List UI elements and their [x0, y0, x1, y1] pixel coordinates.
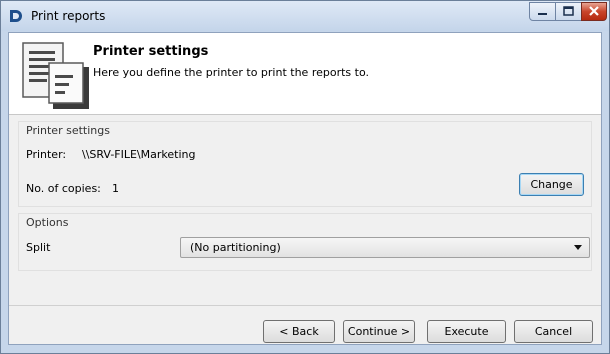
execute-button[interactable]: Execute — [427, 320, 506, 343]
printer-settings-group: Printer settings Printer: \\SRV-FILE\Mar… — [18, 121, 592, 207]
app-logo-icon — [10, 10, 22, 22]
minimize-icon — [538, 13, 547, 15]
copies-value: 1 — [112, 182, 119, 195]
header-subtitle: Here you define the printer to print the… — [93, 66, 369, 79]
dialog-body: Printer settings Here you define the pri… — [8, 32, 602, 345]
change-button[interactable]: Change — [519, 173, 584, 196]
copies-label: No. of copies: — [26, 182, 101, 195]
printer-document-icon — [22, 42, 89, 109]
close-button[interactable] — [581, 2, 607, 21]
back-button[interactable]: < Back — [263, 320, 335, 343]
cancel-button[interactable]: Cancel — [514, 320, 593, 343]
chevron-down-icon[interactable] — [574, 245, 582, 250]
wizard-header: Printer settings Here you define the pri… — [9, 33, 601, 115]
printer-value: \\SRV-FILE\Marketing — [82, 148, 196, 161]
printer-settings-legend: Printer settings — [26, 124, 110, 137]
window-title: Print reports — [31, 9, 106, 23]
split-label: Split — [26, 241, 51, 254]
maximize-button[interactable] — [555, 2, 582, 21]
header-title: Printer settings — [93, 44, 209, 59]
maximize-icon — [563, 6, 574, 16]
options-group: Options Split (No partitioning) — [18, 213, 592, 271]
split-selected-value: (No partitioning) — [190, 241, 281, 254]
options-legend: Options — [26, 216, 69, 229]
footer-divider — [9, 305, 601, 306]
minimize-button[interactable] — [529, 2, 556, 21]
printer-label: Printer: — [26, 148, 67, 161]
close-icon — [589, 6, 599, 16]
continue-button[interactable]: Continue > — [343, 320, 415, 343]
print-reports-window: Print reports Printer settings Here you … — [0, 0, 610, 354]
split-dropdown[interactable]: (No partitioning) — [180, 237, 590, 258]
title-bar[interactable]: Print reports — [1, 1, 609, 31]
